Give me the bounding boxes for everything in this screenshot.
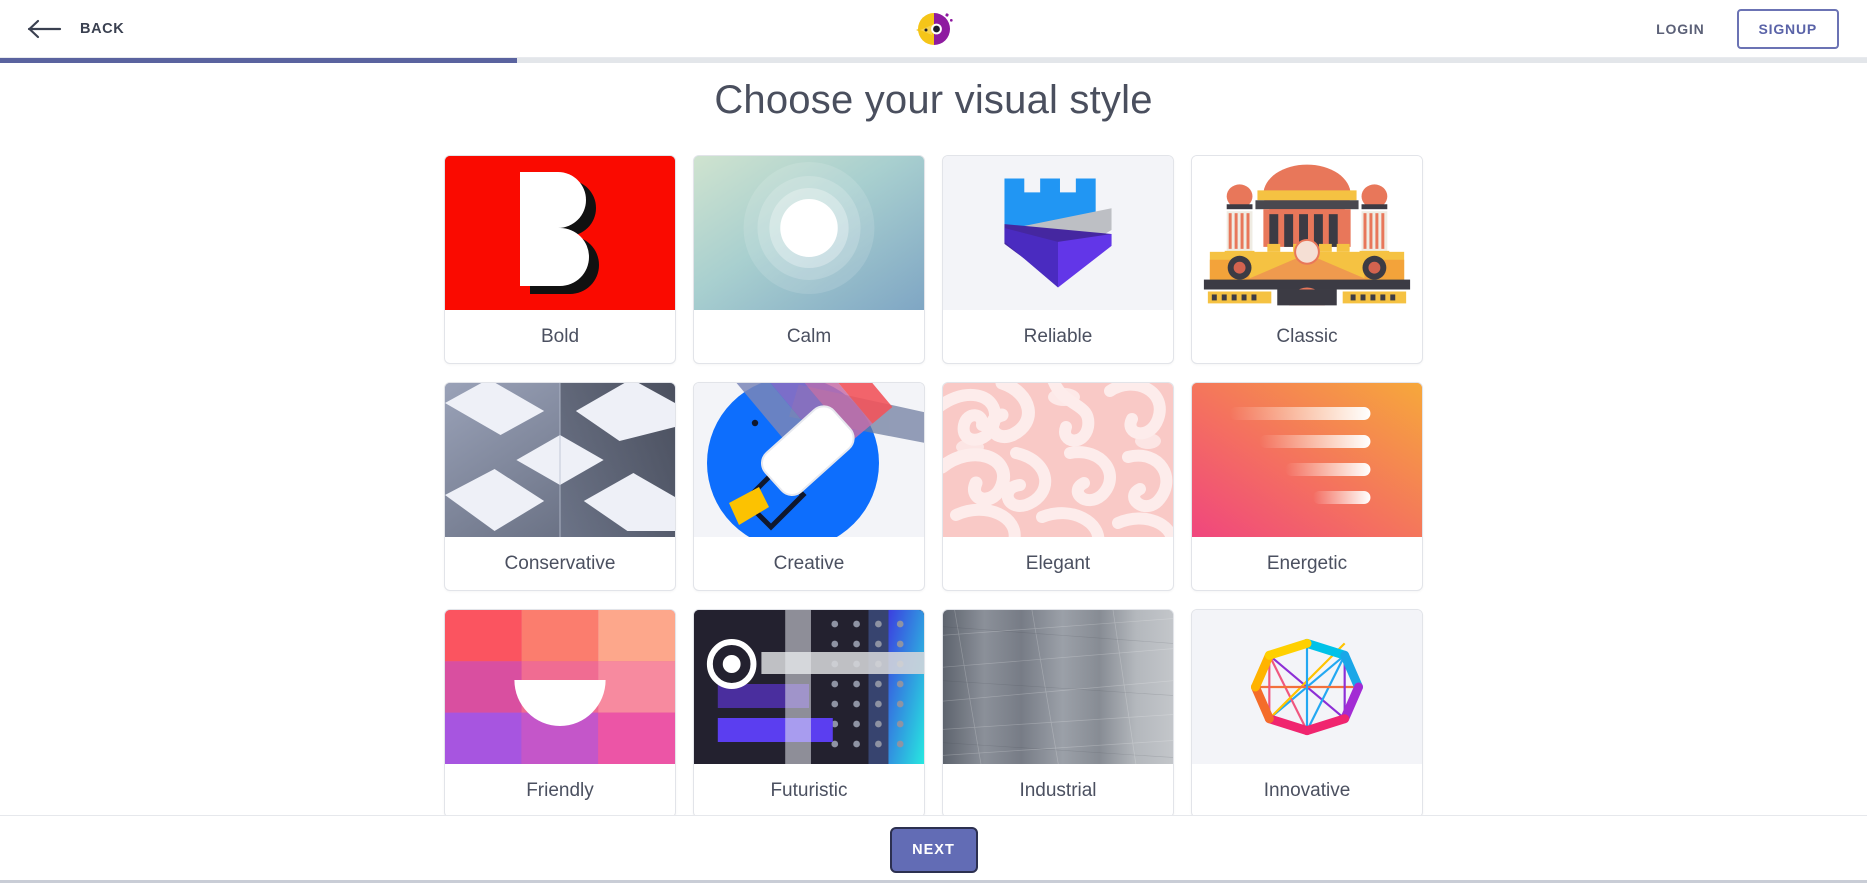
onboarding-progress-bar bbox=[0, 58, 1867, 63]
style-card-bold[interactable]: Bold bbox=[444, 155, 676, 364]
reliable-castle-shield-art bbox=[943, 156, 1173, 310]
style-card-label: Futuristic bbox=[770, 779, 848, 801]
style-grid-scroll-area[interactable]: Bold Calm Reliable Classic Conservative … bbox=[0, 155, 1867, 815]
style-card-label: Energetic bbox=[1266, 552, 1348, 574]
style-card-label: Innovative bbox=[1263, 779, 1351, 801]
parrot-logo-icon[interactable] bbox=[910, 5, 958, 53]
app-header: BACK LOGIN SIGNUP bbox=[0, 0, 1867, 58]
classic-building-art bbox=[1192, 156, 1422, 310]
style-card-label: Conservative bbox=[504, 552, 616, 574]
style-card-label: Calm bbox=[786, 325, 832, 347]
signup-button[interactable]: SIGNUP bbox=[1736, 8, 1839, 49]
back-button[interactable]: BACK bbox=[18, 11, 132, 47]
header-actions: LOGIN SIGNUP bbox=[1646, 8, 1839, 49]
style-card-label: Classic bbox=[1276, 325, 1338, 347]
style-grid: Bold Calm Reliable Classic Conservative … bbox=[444, 155, 1424, 815]
style-card-friendly[interactable]: Friendly bbox=[444, 609, 676, 815]
style-card-energetic[interactable]: Energetic bbox=[1191, 382, 1423, 591]
friendly-color-grid-art bbox=[445, 610, 675, 764]
page-title: Choose your visual style bbox=[714, 78, 1153, 122]
arrow-left-icon bbox=[26, 17, 64, 41]
futuristic-tech-grid-art bbox=[694, 610, 924, 764]
conservative-isometric-art bbox=[445, 383, 675, 537]
style-card-elegant[interactable]: Elegant bbox=[942, 382, 1174, 591]
creative-paint-roller-art bbox=[694, 383, 924, 537]
style-card-innovative[interactable]: Innovative bbox=[1191, 609, 1423, 815]
style-card-label: Friendly bbox=[526, 779, 594, 801]
style-card-label: Reliable bbox=[1023, 325, 1093, 347]
next-button[interactable]: NEXT bbox=[889, 826, 978, 873]
industrial-metal-art bbox=[943, 610, 1173, 764]
innovative-hexagon-art bbox=[1192, 610, 1422, 764]
style-card-calm[interactable]: Calm bbox=[693, 155, 925, 364]
style-card-reliable[interactable]: Reliable bbox=[942, 155, 1174, 364]
style-card-label: Elegant bbox=[1025, 552, 1091, 574]
style-card-futuristic[interactable]: Futuristic bbox=[693, 609, 925, 815]
style-card-creative[interactable]: Creative bbox=[693, 382, 925, 591]
style-card-industrial[interactable]: Industrial bbox=[942, 609, 1174, 815]
style-card-label: Industrial bbox=[1019, 779, 1097, 801]
calm-sun-circles-art bbox=[694, 156, 924, 310]
style-card-classic[interactable]: Classic bbox=[1191, 155, 1423, 364]
elegant-damask-art bbox=[943, 383, 1173, 537]
page-footer: NEXT bbox=[0, 815, 1867, 883]
style-card-conservative[interactable]: Conservative bbox=[444, 382, 676, 591]
progress-bar-fill bbox=[0, 58, 518, 63]
bold-letter-b-art bbox=[445, 156, 675, 310]
energetic-speed-lines-art bbox=[1192, 383, 1422, 537]
style-card-label: Creative bbox=[773, 552, 845, 574]
login-button[interactable]: LOGIN bbox=[1646, 13, 1714, 45]
back-button-label: BACK bbox=[80, 20, 125, 37]
style-card-label: Bold bbox=[540, 325, 580, 347]
visual-style-chooser-page: BACK LOGIN SIGNUP Choose your visual sty… bbox=[0, 0, 1867, 883]
